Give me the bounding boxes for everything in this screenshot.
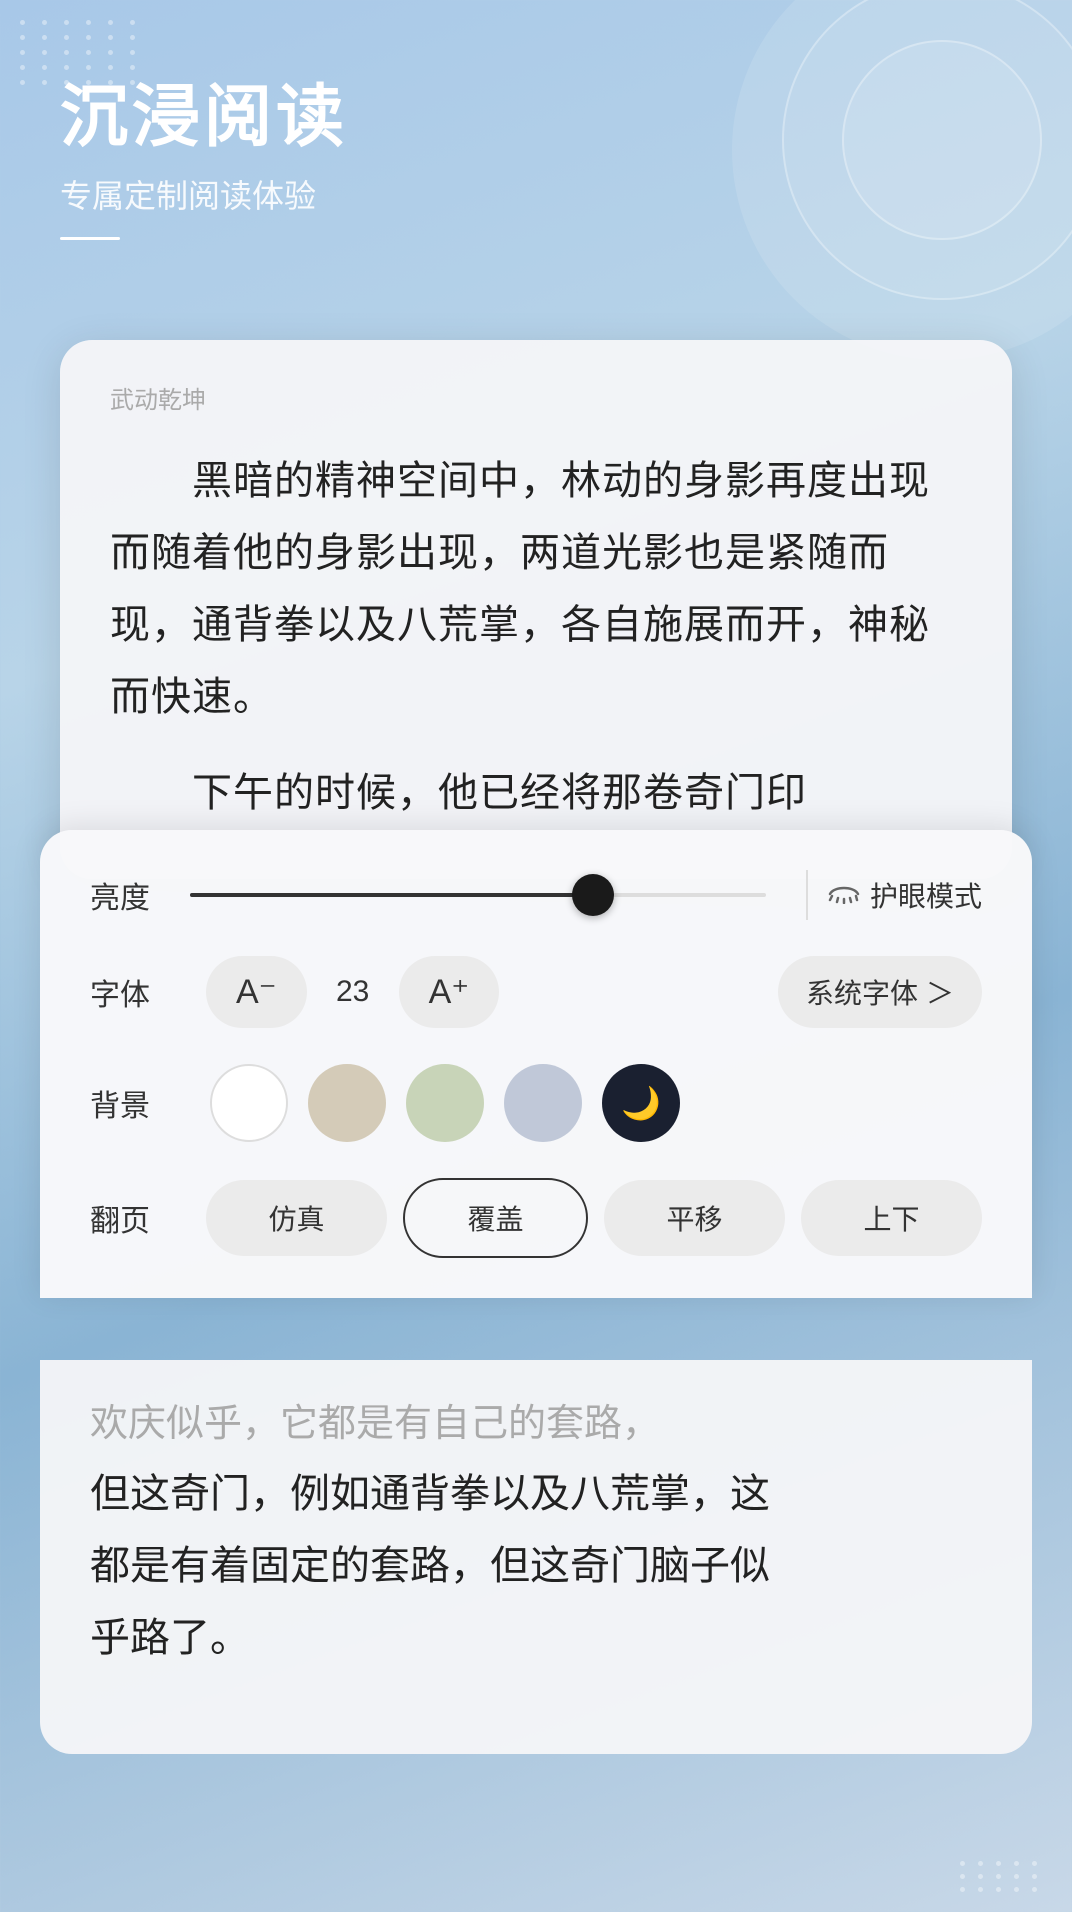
header-divider xyxy=(60,237,120,240)
bottom-reading-card: 欢庆似乎，它都是有自己的套路， 但这奇门，例如通背拳以及八荒掌，这 都是有着固定… xyxy=(40,1360,1032,1754)
page-simulated-button[interactable]: 仿真 xyxy=(206,1180,387,1256)
bottom-text-line3: 乎路了。 xyxy=(90,1602,982,1674)
bg-dots-bottom xyxy=(960,1861,1042,1892)
background-label: 背景 xyxy=(90,1081,190,1125)
settings-panel: 亮度 护眼模式 字体 A⁻ xyxy=(40,830,1032,1298)
header: 沉浸阅读 专属定制阅读体验 xyxy=(0,0,1072,280)
reading-text-paragraph2: 下午的时候，他已经将那卷奇门印 xyxy=(110,757,962,829)
font-family-label: 系统字体 xyxy=(806,972,918,1012)
brightness-slider-track[interactable] xyxy=(190,893,766,897)
brightness-row: 亮度 护眼模式 xyxy=(90,870,982,920)
page-turn-label: 翻页 xyxy=(90,1196,190,1240)
reading-text-paragraph1: 黑暗的精神空间中，林动的身影再度出现而随着他的身影出现，两道光影也是紧随而现，通… xyxy=(110,445,962,733)
font-decrease-button[interactable]: A⁻ xyxy=(206,956,307,1028)
eye-icon xyxy=(828,880,860,911)
font-row: 字体 A⁻ 23 A⁺ 系统字体 ＞ xyxy=(90,956,982,1028)
background-beige-button[interactable] xyxy=(308,1064,386,1142)
brightness-slider-container xyxy=(190,893,766,897)
bottom-text-line2: 都是有着固定的套路，但这奇门脑子似 xyxy=(90,1530,982,1602)
page-turn-row: 翻页 仿真 覆盖 平移 上下 xyxy=(90,1178,982,1258)
background-green-button[interactable] xyxy=(406,1064,484,1142)
page-subtitle: 专属定制阅读体验 xyxy=(60,171,1012,217)
page-slide-button[interactable]: 平移 xyxy=(604,1180,785,1256)
background-dark-button[interactable] xyxy=(602,1064,680,1142)
font-increase-button[interactable]: A⁺ xyxy=(399,956,500,1028)
brightness-slider-fill xyxy=(190,893,593,897)
font-family-button[interactable]: 系统字体 ＞ xyxy=(778,956,982,1028)
font-family-arrow-icon: ＞ xyxy=(926,972,954,1012)
page-vertical-button[interactable]: 上下 xyxy=(801,1180,982,1256)
background-row: 背景 xyxy=(90,1064,982,1142)
bottom-text-line1: 但这奇门，例如通背拳以及八荒掌，这 xyxy=(90,1458,982,1530)
book-title: 武动乾坤 xyxy=(110,380,962,415)
background-bluegray-button[interactable] xyxy=(504,1064,582,1142)
bottom-text-partial: 欢庆似乎，它都是有自己的套路， xyxy=(90,1390,982,1458)
brightness-label: 亮度 xyxy=(90,873,190,917)
page-cover-button[interactable]: 覆盖 xyxy=(403,1178,588,1258)
eye-mode-label: 护眼模式 xyxy=(870,875,982,915)
reading-card: 武动乾坤 黑暗的精神空间中，林动的身影再度出现而随着他的身影出现，两道光影也是紧… xyxy=(60,340,1012,879)
brightness-divider xyxy=(806,870,808,920)
font-size-value: 23 xyxy=(323,975,383,1009)
brightness-slider-thumb[interactable] xyxy=(572,874,614,916)
font-label: 字体 xyxy=(90,970,190,1014)
page-title: 沉浸阅读 xyxy=(60,80,1012,155)
eye-mode-container[interactable]: 护眼模式 xyxy=(828,875,982,915)
background-white-button[interactable] xyxy=(210,1064,288,1142)
